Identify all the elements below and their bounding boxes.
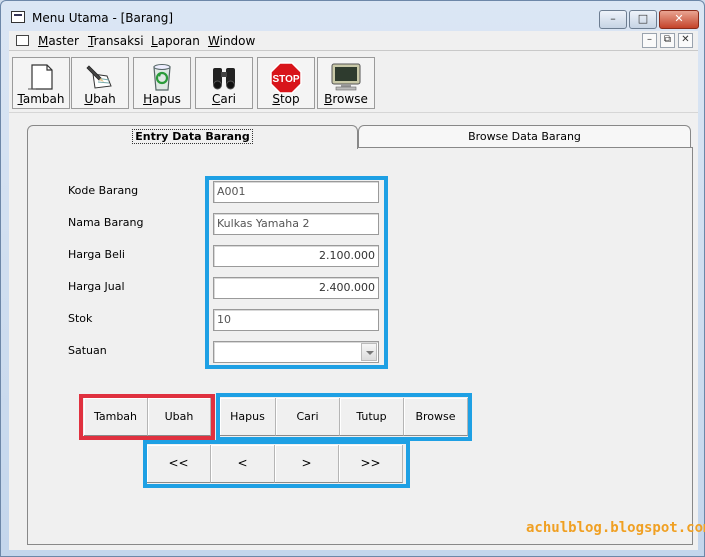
harga-beli-label: Harga Beli	[68, 248, 125, 261]
ubah-button[interactable]: Ubah	[148, 398, 211, 436]
harga-jual-input[interactable]: 2.400.000	[213, 277, 379, 299]
toolbar-hapus-button[interactable]: Hapus	[133, 57, 191, 109]
harga-beli-input[interactable]: 2.100.000	[213, 245, 379, 267]
maximize-button[interactable]: □	[629, 10, 657, 29]
tutup-button[interactable]: Tutup	[340, 398, 404, 436]
mdi-restore-button[interactable]: ⧉	[660, 33, 675, 48]
satuan-combo[interactable]	[213, 341, 379, 363]
harga-jual-label: Harga Jual	[68, 280, 125, 293]
first-record-button[interactable]: <<	[147, 445, 211, 483]
tab-control: Entry Data Barang Browse Data Barang Kod…	[27, 125, 693, 545]
toolbar-tambah-label: Tambah	[17, 92, 65, 106]
new-document-icon	[28, 64, 53, 90]
toolbar-cari-label: Cari	[211, 92, 236, 106]
edit-pencil-icon	[86, 65, 112, 89]
browse-button[interactable]: Browse	[404, 398, 468, 436]
chevron-down-icon[interactable]	[361, 343, 377, 361]
client-area: Tambah Ubah Hapus Cari STOP Stop Browse …	[9, 51, 705, 550]
nama-barang-input[interactable]: Kulkas Yamaha 2	[213, 213, 379, 235]
main-window: Menu Utama - [Barang] – □ ✕ Master Trans…	[0, 0, 705, 557]
minimize-button[interactable]: –	[599, 10, 627, 29]
stok-label: Stok	[68, 312, 93, 325]
toolbar-browse-label: Browse	[324, 92, 368, 106]
recycle-bin-icon	[153, 64, 171, 91]
watermark: achulblog.blogspot.com	[526, 520, 705, 536]
menu-master[interactable]: Master	[38, 34, 79, 48]
toolbar: Tambah Ubah Hapus Cari STOP Stop Browse	[9, 51, 698, 113]
toolbar-tambah-button[interactable]: Tambah	[12, 57, 70, 109]
menu-laporan[interactable]: Laporan	[151, 34, 200, 48]
binoculars-icon	[213, 68, 235, 90]
nama-barang-label: Nama Barang	[68, 216, 144, 229]
toolbar-browse-button[interactable]: Browse	[317, 57, 375, 109]
title-bar[interactable]: Menu Utama - [Barang] – □ ✕	[1, 1, 704, 33]
toolbar-ubah-label: Ubah	[84, 92, 116, 106]
prev-record-button[interactable]: <	[211, 445, 275, 483]
toolbar-ubah-button[interactable]: Ubah	[71, 57, 129, 109]
tab-browse-label: Browse Data Barang	[468, 130, 581, 143]
mdi-minimize-button[interactable]: –	[642, 33, 657, 48]
kode-barang-input[interactable]: A001	[213, 181, 379, 203]
document-icon[interactable]	[16, 35, 29, 46]
menu-bar: Master Transaksi Laporan Window – ⧉ ✕	[9, 31, 698, 51]
tab-entry-label: Entry Data Barang	[132, 129, 253, 144]
toolbar-stop-button[interactable]: STOP Stop	[257, 57, 315, 109]
stop-sign-icon: STOP	[270, 62, 302, 94]
monitor-icon	[331, 63, 361, 91]
next-record-button[interactable]: >	[275, 445, 339, 483]
satuan-label: Satuan	[68, 344, 107, 357]
menu-transaksi[interactable]: Transaksi	[88, 34, 144, 48]
toolbar-stop-label: Stop	[272, 92, 300, 106]
hapus-button[interactable]: Hapus	[220, 398, 276, 436]
toolbar-hapus-label: Hapus	[143, 92, 181, 106]
cari-button[interactable]: Cari	[276, 398, 340, 436]
last-record-button[interactable]: >>	[339, 445, 403, 483]
mdi-close-button[interactable]: ✕	[678, 33, 693, 48]
stok-input[interactable]: 10	[213, 309, 379, 331]
tab-browse-data-barang[interactable]: Browse Data Barang	[358, 125, 691, 148]
stop-sign-text: STOP	[272, 74, 299, 85]
app-icon	[11, 11, 25, 23]
toolbar-cari-button[interactable]: Cari	[195, 57, 253, 109]
close-button[interactable]: ✕	[659, 10, 699, 29]
window-title: Menu Utama - [Barang]	[32, 11, 174, 25]
menu-window[interactable]: Window	[208, 34, 255, 48]
tab-entry-data-barang[interactable]: Entry Data Barang	[27, 125, 358, 149]
tambah-button[interactable]: Tambah	[84, 398, 148, 436]
kode-barang-label: Kode Barang	[68, 184, 139, 197]
entry-panel: Kode Barang Nama Barang Harga Beli Harga…	[27, 147, 693, 545]
